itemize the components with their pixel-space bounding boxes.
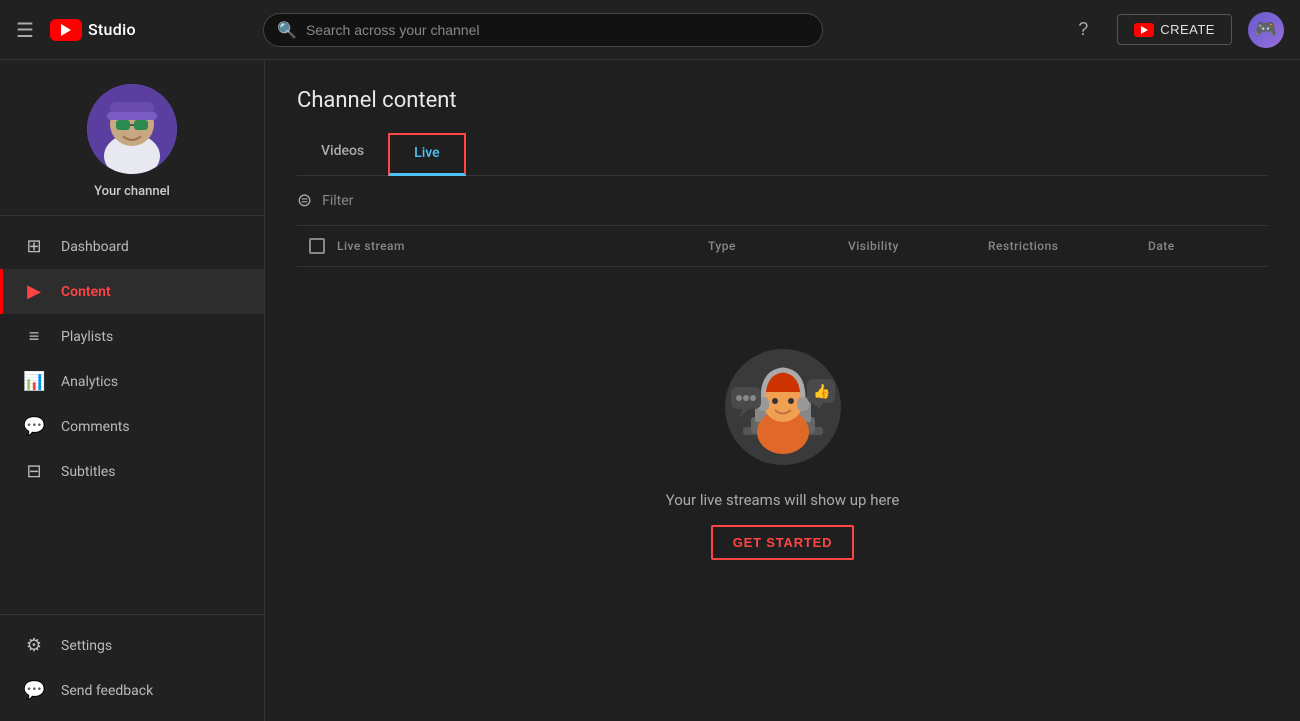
hamburger-icon[interactable]: ☰ [16,18,34,42]
avatar[interactable]: 🎮 [1248,12,1284,48]
search-icon: 🔍 [277,20,297,39]
get-started-button[interactable]: GET STARTED [711,525,855,560]
select-all-col [297,238,337,254]
sidebar-label-dashboard: Dashboard [61,239,129,255]
create-button[interactable]: CREATE [1117,14,1232,45]
youtube-icon [50,19,82,41]
tab-live[interactable]: Live [388,133,465,176]
col-header-date: Date [1148,239,1268,253]
sidebar-label-comments: Comments [61,419,130,435]
sidebar-label-analytics: Analytics [61,374,118,390]
select-all-checkbox[interactable] [309,238,325,254]
channel-avatar[interactable] [87,84,177,174]
avatar-illustration [87,84,177,174]
nav-items: ⊞ Dashboard ▶ Content ≡ Playlists 📊 Anal… [0,216,264,614]
sidebar-label-settings: Settings [61,638,112,654]
sidebar-label-playlists: Playlists [61,329,113,345]
analytics-icon: 📊 [23,371,45,392]
comments-icon: 💬 [23,416,45,437]
svg-text:👍: 👍 [813,383,830,400]
logo-area[interactable]: Studio [50,19,136,41]
topnav: ☰ Studio 🔍 ? CREATE 🎮 [0,0,1300,60]
content-icon: ▶ [23,281,45,302]
empty-state-message: Your live streams will show up here [666,491,900,509]
playlists-icon: ≡ [23,326,45,347]
sidebar-label-content: Content [61,284,111,300]
empty-state: 👍 Your live streams will show up here GE… [297,267,1268,600]
create-video-icon [1134,23,1154,37]
filter-icon[interactable]: ⊜ [297,190,312,211]
tabs: Videos Live [297,133,1268,176]
topnav-right: ? CREATE 🎮 [1065,12,1284,48]
col-header-type: Type [708,239,848,253]
main-body: Your channel ⊞ Dashboard ▶ Content ≡ Pla… [0,60,1300,721]
filter-label: Filter [322,193,353,209]
tab-videos[interactable]: Videos [297,133,388,176]
subtitles-icon: ⊟ [23,461,45,482]
help-button[interactable]: ? [1065,12,1101,48]
streaming-illustration: 👍 [713,327,853,467]
page-title: Channel content [297,88,1268,113]
sidebar-label-subtitles: Subtitles [61,464,116,480]
sidebar-item-analytics[interactable]: 📊 Analytics [0,359,264,404]
channel-info: Your channel [0,60,264,216]
table-container: Live stream Type Visibility Restrictions… [297,226,1268,600]
feedback-icon: 💬 [23,680,45,701]
col-header-visibility: Visibility [848,239,988,253]
sidebar-item-dashboard[interactable]: ⊞ Dashboard [0,224,264,269]
create-label: CREATE [1160,22,1215,37]
col-header-restrictions: Restrictions [988,239,1148,253]
avatar-image: 🎮 [1255,19,1277,40]
search-bar: 🔍 [263,13,823,47]
sidebar-item-comments[interactable]: 💬 Comments [0,404,264,449]
studio-label: Studio [88,20,136,39]
dashboard-icon: ⊞ [23,236,45,257]
sidebar-item-playlists[interactable]: ≡ Playlists [0,314,264,359]
sidebar-bottom: ⚙ Settings 💬 Send feedback [0,614,264,721]
sidebar-label-feedback: Send feedback [61,683,153,699]
col-header-stream: Live stream [337,239,708,253]
search-input[interactable] [263,13,823,47]
sidebar-item-subtitles[interactable]: ⊟ Subtitles [0,449,264,494]
filter-bar: ⊜ Filter [297,176,1268,226]
table-header: Live stream Type Visibility Restrictions… [297,226,1268,267]
sidebar-item-content[interactable]: ▶ Content [0,269,264,314]
sidebar-item-feedback[interactable]: 💬 Send feedback [0,668,264,713]
sidebar: Your channel ⊞ Dashboard ▶ Content ≡ Pla… [0,60,265,721]
empty-illustration: 👍 [713,327,853,467]
channel-name: Your channel [94,184,170,199]
content-area: Channel content Videos Live ⊜ Filter Liv… [265,60,1300,721]
settings-icon: ⚙ [23,635,45,656]
sidebar-item-settings[interactable]: ⚙ Settings [0,623,264,668]
